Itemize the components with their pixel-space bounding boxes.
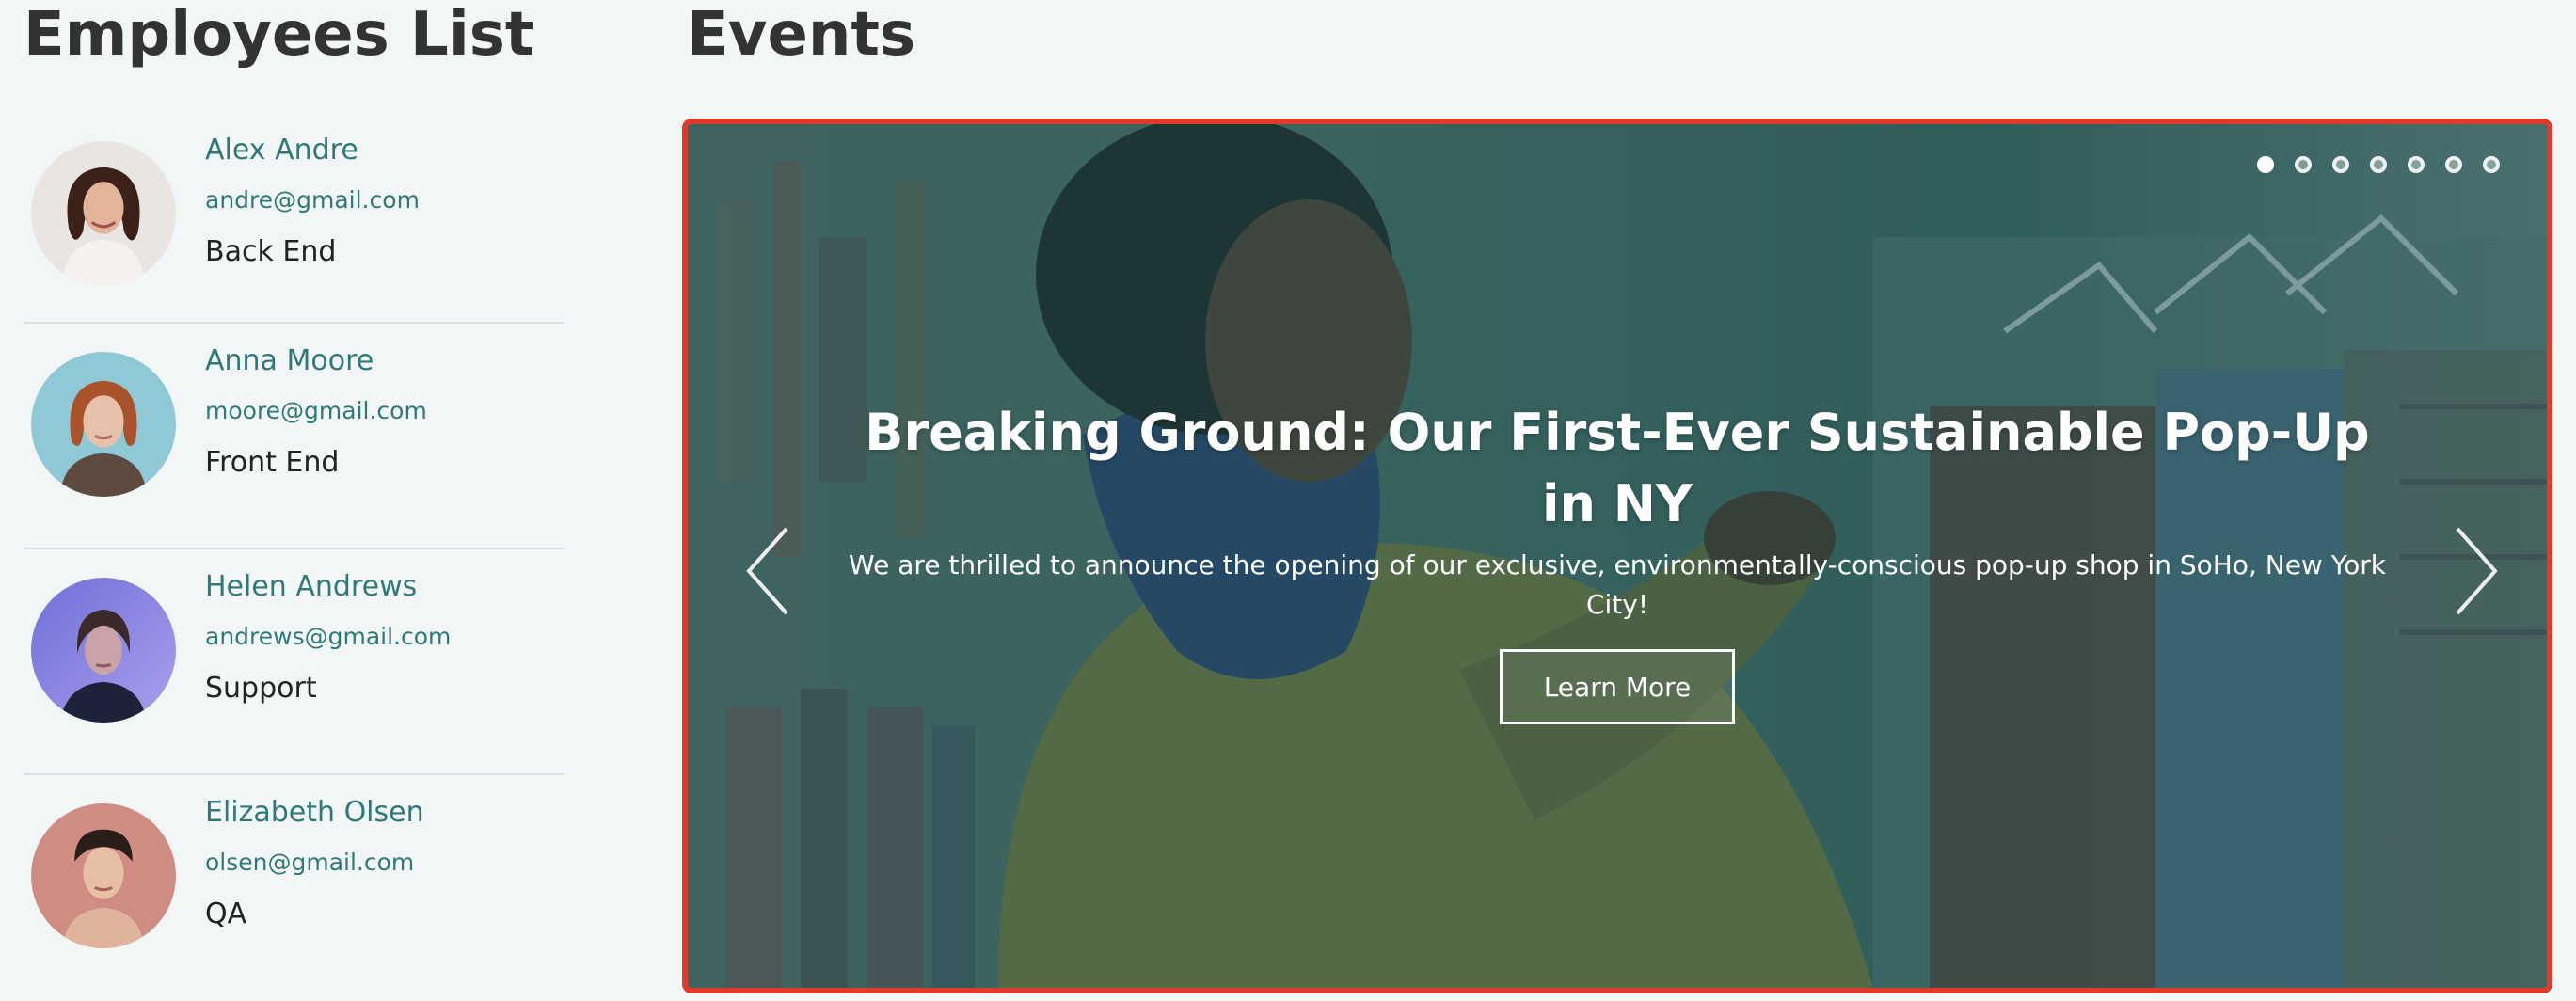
employee-email[interactable]: olsen@gmail.com [205, 849, 414, 876]
carousel-indicator[interactable] [2295, 156, 2312, 173]
employee-role: QA [205, 898, 247, 930]
avatar [31, 352, 176, 497]
employee-name[interactable]: Anna Moore [205, 344, 374, 377]
employee-name[interactable]: Helen Andrews [205, 570, 417, 603]
carousel-prev-button[interactable] [735, 519, 801, 623]
avatar [31, 803, 176, 948]
employees-section: Employees List Alex Andre andre@gmail.co… [24, 0, 569, 948]
employee-card[interactable]: Helen Andrews andrews@gmail.com Support [24, 549, 564, 775]
slide-title: Breaking Ground: Our First-Ever Sustaina… [865, 403, 2370, 533]
employee-role: Back End [205, 235, 337, 268]
employee-card[interactable]: Elizabeth Olsen olsen@gmail.com QA [24, 775, 564, 999]
employee-email[interactable]: andre@gmail.com [205, 186, 420, 214]
employee-role: Front End [205, 446, 340, 479]
learn-more-button[interactable]: Learn More [1499, 649, 1736, 724]
carousel-indicator[interactable] [2370, 156, 2387, 173]
employee-email[interactable]: andrews@gmail.com [205, 623, 451, 650]
carousel-indicators [2257, 156, 2500, 173]
employee-card[interactable]: Alex Andre andre@gmail.com Back End [24, 113, 564, 324]
carousel-indicator[interactable] [2332, 156, 2349, 173]
employee-list: Alex Andre andre@gmail.com Back End Anna… [24, 113, 564, 999]
employees-title: Employees List [24, 0, 534, 70]
events-title: Events [687, 0, 916, 70]
employee-name[interactable]: Elizabeth Olsen [205, 796, 424, 829]
employee-email[interactable]: moore@gmail.com [205, 397, 427, 424]
slide-description: We are thrilled to announce the opening … [849, 549, 2386, 620]
employee-role: Support [205, 672, 317, 705]
chevron-right-icon [2456, 527, 2498, 615]
chevron-left-icon [746, 527, 788, 615]
carousel-indicator[interactable] [2408, 156, 2425, 173]
carousel-next-button[interactable] [2443, 519, 2509, 623]
events-carousel[interactable]: Breaking Ground: Our First-Ever Sustaina… [682, 119, 2552, 993]
carousel-indicator[interactable] [2257, 156, 2274, 173]
avatar [31, 578, 176, 723]
carousel-indicator[interactable] [2483, 156, 2500, 173]
slide-caption: Breaking Ground: Our First-Ever Sustaina… [838, 397, 2396, 724]
employee-name[interactable]: Alex Andre [205, 134, 358, 167]
events-section: Events [687, 0, 2559, 72]
carousel-indicator[interactable] [2445, 156, 2462, 173]
page: Employees List Alex Andre andre@gmail.co… [0, 0, 2576, 1001]
employee-card[interactable]: Anna Moore moore@gmail.com Front End [24, 324, 564, 549]
avatar [31, 141, 176, 286]
